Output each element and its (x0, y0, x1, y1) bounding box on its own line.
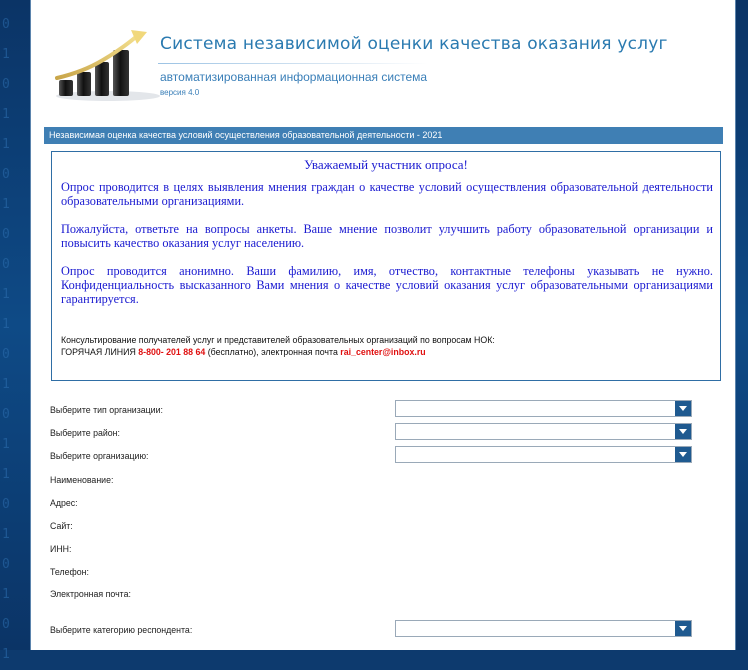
title-divider (158, 63, 428, 64)
header: Система независимой оценки качества оказ… (31, 0, 735, 120)
district-select[interactable] (395, 423, 692, 440)
notice-greeting: Уважаемый участник опроса! (304, 157, 468, 172)
org-type-select[interactable] (395, 400, 692, 417)
chevron-down-icon[interactable] (675, 447, 691, 462)
org-site-label: Сайт: (50, 521, 73, 531)
organization-select[interactable] (395, 446, 692, 463)
hotline-free-text: (бесплатно), электронная почта (207, 347, 338, 357)
org-type-label: Выберите тип организации: (50, 405, 163, 415)
background-decoration: 0 1 0 1 1 0 1 0 0 1 1 0 1 0 1 1 0 1 0 1 … (2, 17, 10, 662)
org-name-label: Наименование: (50, 475, 114, 485)
org-phone-label: Телефон: (50, 567, 89, 577)
respondent-category-label: Выберите категорию респондента: (50, 625, 193, 635)
notice-paragraph: Опрос проводится в целях выявления мнени… (61, 180, 713, 208)
app-subtitle: автоматизированная информационная систем… (160, 70, 428, 84)
background-left: 0 1 0 1 1 0 1 0 0 1 1 0 1 0 1 1 0 1 0 1 … (0, 0, 30, 662)
org-email-label: Электронная почта: (50, 589, 131, 599)
org-address-label: Адрес: (50, 498, 78, 508)
hotline-line: ГОРЯЧАЯ ЛИНИЯ 8-800- 201 88 64 (бесплатн… (61, 346, 713, 358)
app-version: версия 4.0 (160, 88, 200, 97)
organization-label: Выберите организацию: (50, 451, 149, 461)
background-right (734, 0, 748, 650)
notice-box: Уважаемый участник опроса! Опрос проводи… (51, 151, 721, 381)
chart-growth-logo-icon (55, 30, 160, 101)
hotline-phone: 8-800- 201 88 64 (138, 347, 206, 357)
consultation-text: Консультирование получателей услуг и пре… (61, 335, 495, 345)
chevron-down-icon[interactable] (675, 424, 691, 439)
consultation-info: Консультирование получателей услуг и пре… (61, 334, 713, 358)
respondent-category-select[interactable] (395, 620, 692, 637)
chevron-down-icon[interactable] (675, 401, 691, 416)
notice-paragraph: Пожалуйста, ответьте на вопросы анкеты. … (61, 222, 713, 250)
page-container: Система независимой оценки качества оказ… (30, 0, 736, 650)
section-title-bar: Независимая оценка качества условий осущ… (44, 127, 723, 144)
email-link[interactable]: rai_center@inbox.ru (340, 347, 425, 357)
app-title: Система независимой оценки качества оказ… (160, 34, 668, 54)
chevron-down-icon[interactable] (675, 621, 691, 636)
hotline-label: ГОРЯЧАЯ ЛИНИЯ (61, 347, 136, 357)
district-label: Выберите район: (50, 428, 120, 438)
org-inn-label: ИНН: (50, 544, 72, 554)
notice-paragraph: Опрос проводится анонимно. Ваши фамилию,… (61, 264, 713, 306)
